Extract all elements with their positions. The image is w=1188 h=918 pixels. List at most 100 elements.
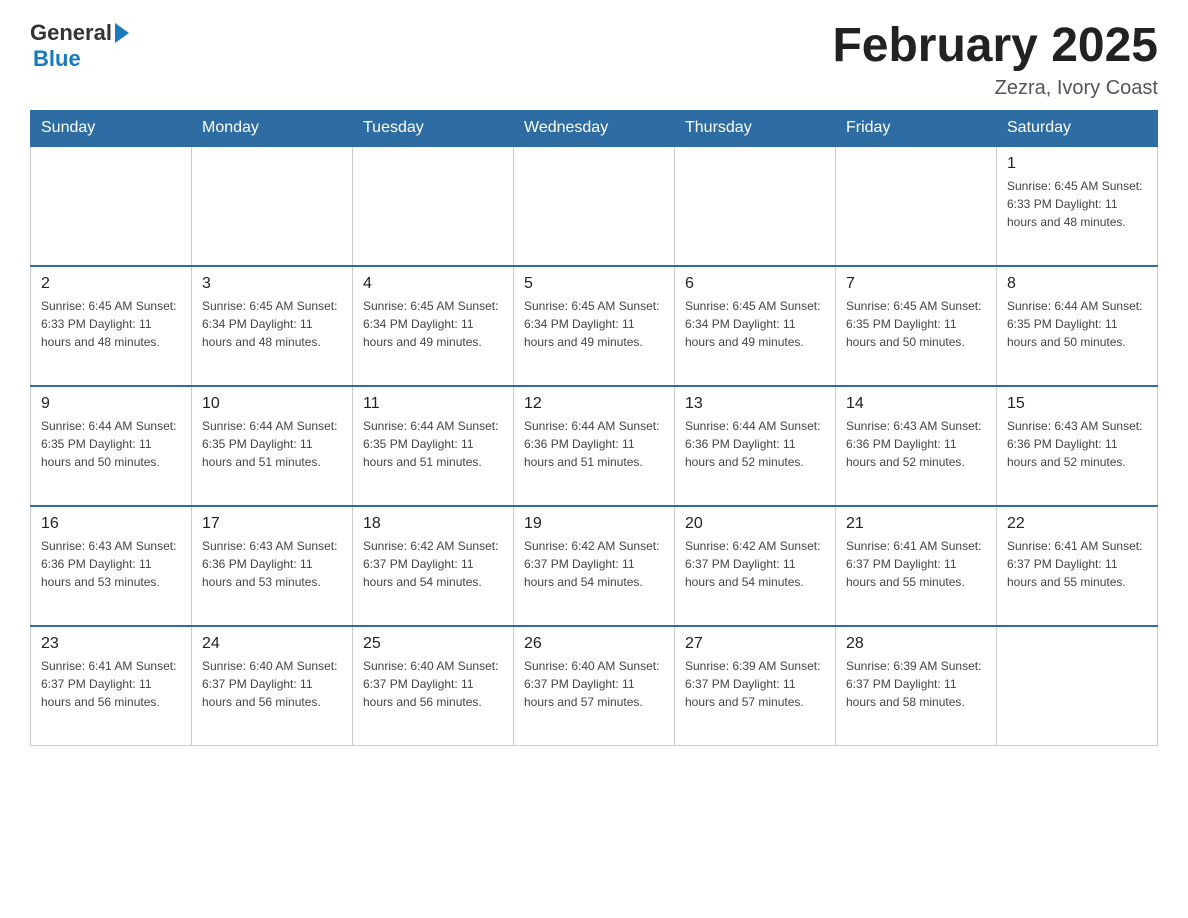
- calendar-title: February 2025: [832, 20, 1158, 73]
- calendar-cell: 19 Sunrise: 6:42 AM Sunset: 6:37 PM Dayli…: [514, 506, 675, 626]
- calendar-cell: 2Sunrise: 6:45 AM Sunset: 6:33 PM Daylig…: [31, 266, 192, 386]
- day-info: Sunrise: 6:43 AM Sunset: 6:36 PM Dayligh…: [1007, 417, 1147, 471]
- day-number: 8: [1007, 275, 1147, 293]
- calendar-cell: [675, 146, 836, 266]
- day-number: 26: [524, 635, 664, 653]
- day-info: Sunrise: 6:43 AM Sunset: 6:36 PM Dayligh…: [41, 537, 181, 591]
- day-number: 23: [41, 635, 181, 653]
- day-number: 15: [1007, 395, 1147, 413]
- day-number: 11: [363, 395, 503, 413]
- day-info: Sunrise: 6:43 AM Sunset: 6:36 PM Dayligh…: [846, 417, 986, 471]
- calendar-subtitle: Zezra, Ivory Coast: [832, 77, 1158, 100]
- calendar-cell: [836, 146, 997, 266]
- day-info: Sunrise: 6:44 AM Sunset: 6:35 PM Dayligh…: [41, 417, 181, 471]
- calendar-cell: 17Sunrise: 6:43 AM Sunset: 6:36 PM Dayli…: [192, 506, 353, 626]
- calendar-cell: 7Sunrise: 6:45 AM Sunset: 6:35 PM Daylig…: [836, 266, 997, 386]
- calendar-cell: 27 Sunrise: 6:39 AM Sunset: 6:37 PM Dayli…: [675, 626, 836, 746]
- calendar-cell: 23 Sunrise: 6:41 AM Sunset: 6:37 PM Dayli…: [31, 626, 192, 746]
- calendar-week-row: 23 Sunrise: 6:41 AM Sunset: 6:37 PM Dayli…: [31, 626, 1158, 746]
- calendar-cell: 26 Sunrise: 6:40 AM Sunset: 6:37 PM Dayli…: [514, 626, 675, 746]
- days-of-week-row: SundayMondayTuesdayWednesdayThursdayFrid…: [31, 110, 1158, 146]
- calendar-cell: [353, 146, 514, 266]
- day-number: 14: [846, 395, 986, 413]
- day-number: 24: [202, 635, 342, 653]
- day-number: 6: [685, 275, 825, 293]
- calendar-cell: 18Sunrise: 6:42 AM Sunset: 6:37 PM Dayli…: [353, 506, 514, 626]
- day-number: 10: [202, 395, 342, 413]
- calendar-cell: 8 Sunrise: 6:44 AM Sunset: 6:35 PM Daylig…: [997, 266, 1158, 386]
- calendar-cell: [192, 146, 353, 266]
- calendar-cell: 20Sunrise: 6:42 AM Sunset: 6:37 PM Dayli…: [675, 506, 836, 626]
- day-info: Sunrise: 6:40 AM Sunset: 6:37 PM Dayligh…: [202, 657, 342, 711]
- calendar-table: SundayMondayTuesdayWednesdayThursdayFrid…: [30, 110, 1158, 747]
- day-number: 28: [846, 635, 986, 653]
- calendar-cell: 12Sunrise: 6:44 AM Sunset: 6:36 PM Dayli…: [514, 386, 675, 506]
- day-number: 4: [363, 275, 503, 293]
- day-info: Sunrise: 6:45 AM Sunset: 6:34 PM Dayligh…: [685, 297, 825, 351]
- day-info: Sunrise: 6:40 AM Sunset: 6:37 PM Dayligh…: [524, 657, 664, 711]
- calendar-cell: 3Sunrise: 6:45 AM Sunset: 6:34 PM Daylig…: [192, 266, 353, 386]
- calendar-cell: 10 Sunrise: 6:44 AM Sunset: 6:35 PM Dayli…: [192, 386, 353, 506]
- calendar-cell: [514, 146, 675, 266]
- day-info: Sunrise: 6:44 AM Sunset: 6:36 PM Dayligh…: [524, 417, 664, 471]
- calendar-week-row: 1 Sunrise: 6:45 AM Sunset: 6:33 PM Daylig…: [31, 146, 1158, 266]
- day-info: Sunrise: 6:42 AM Sunset: 6:37 PM Dayligh…: [685, 537, 825, 591]
- day-number: 1: [1007, 155, 1147, 173]
- day-info: Sunrise: 6:45 AM Sunset: 6:35 PM Dayligh…: [846, 297, 986, 351]
- day-number: 19: [524, 515, 664, 533]
- calendar-cell: 6 Sunrise: 6:45 AM Sunset: 6:34 PM Daylig…: [675, 266, 836, 386]
- day-number: 22: [1007, 515, 1147, 533]
- day-info: Sunrise: 6:41 AM Sunset: 6:37 PM Dayligh…: [41, 657, 181, 711]
- day-of-week-header: Sunday: [31, 110, 192, 146]
- day-number: 27: [685, 635, 825, 653]
- calendar-cell: 15 Sunrise: 6:43 AM Sunset: 6:36 PM Dayli…: [997, 386, 1158, 506]
- calendar-cell: 14 Sunrise: 6:43 AM Sunset: 6:36 PM Dayli…: [836, 386, 997, 506]
- day-of-week-header: Tuesday: [353, 110, 514, 146]
- day-info: Sunrise: 6:45 AM Sunset: 6:34 PM Dayligh…: [202, 297, 342, 351]
- day-of-week-header: Thursday: [675, 110, 836, 146]
- day-info: Sunrise: 6:39 AM Sunset: 6:37 PM Dayligh…: [685, 657, 825, 711]
- calendar-cell: 5 Sunrise: 6:45 AM Sunset: 6:34 PM Daylig…: [514, 266, 675, 386]
- logo-arrow-icon: [115, 23, 129, 43]
- logo: General Blue: [30, 20, 129, 72]
- logo-general-text: General: [30, 20, 112, 46]
- calendar-cell: [31, 146, 192, 266]
- day-info: Sunrise: 6:39 AM Sunset: 6:37 PM Dayligh…: [846, 657, 986, 711]
- day-of-week-header: Monday: [192, 110, 353, 146]
- day-info: Sunrise: 6:45 AM Sunset: 6:34 PM Dayligh…: [363, 297, 503, 351]
- day-info: Sunrise: 6:42 AM Sunset: 6:37 PM Dayligh…: [524, 537, 664, 591]
- day-number: 16: [41, 515, 181, 533]
- calendar-cell: [997, 626, 1158, 746]
- logo-blue-text: Blue: [33, 46, 81, 72]
- calendar-header: SundayMondayTuesdayWednesdayThursdayFrid…: [31, 110, 1158, 146]
- calendar-cell: 28 Sunrise: 6:39 AM Sunset: 6:37 PM Dayli…: [836, 626, 997, 746]
- day-number: 5: [524, 275, 664, 293]
- day-info: Sunrise: 6:45 AM Sunset: 6:34 PM Dayligh…: [524, 297, 664, 351]
- calendar-week-row: 9 Sunrise: 6:44 AM Sunset: 6:35 PM Daylig…: [31, 386, 1158, 506]
- day-info: Sunrise: 6:40 AM Sunset: 6:37 PM Dayligh…: [363, 657, 503, 711]
- calendar-cell: 9 Sunrise: 6:44 AM Sunset: 6:35 PM Daylig…: [31, 386, 192, 506]
- calendar-cell: 1 Sunrise: 6:45 AM Sunset: 6:33 PM Daylig…: [997, 146, 1158, 266]
- day-info: Sunrise: 6:42 AM Sunset: 6:37 PM Dayligh…: [363, 537, 503, 591]
- day-info: Sunrise: 6:44 AM Sunset: 6:35 PM Dayligh…: [1007, 297, 1147, 351]
- page-header: General Blue February 2025 Zezra, Ivory …: [30, 20, 1158, 100]
- day-number: 9: [41, 395, 181, 413]
- day-info: Sunrise: 6:45 AM Sunset: 6:33 PM Dayligh…: [41, 297, 181, 351]
- calendar-cell: 22 Sunrise: 6:41 AM Sunset: 6:37 PM Dayli…: [997, 506, 1158, 626]
- calendar-cell: 24 Sunrise: 6:40 AM Sunset: 6:37 PM Dayli…: [192, 626, 353, 746]
- day-info: Sunrise: 6:45 AM Sunset: 6:33 PM Dayligh…: [1007, 177, 1147, 231]
- calendar-cell: 4 Sunrise: 6:45 AM Sunset: 6:34 PM Daylig…: [353, 266, 514, 386]
- calendar-week-row: 16 Sunrise: 6:43 AM Sunset: 6:36 PM Dayli…: [31, 506, 1158, 626]
- day-info: Sunrise: 6:44 AM Sunset: 6:35 PM Dayligh…: [202, 417, 342, 471]
- day-number: 25: [363, 635, 503, 653]
- calendar-cell: 21Sunrise: 6:41 AM Sunset: 6:37 PM Dayli…: [836, 506, 997, 626]
- day-number: 13: [685, 395, 825, 413]
- calendar-week-row: 2Sunrise: 6:45 AM Sunset: 6:33 PM Daylig…: [31, 266, 1158, 386]
- day-info: Sunrise: 6:41 AM Sunset: 6:37 PM Dayligh…: [846, 537, 986, 591]
- day-of-week-header: Friday: [836, 110, 997, 146]
- day-info: Sunrise: 6:41 AM Sunset: 6:37 PM Dayligh…: [1007, 537, 1147, 591]
- day-info: Sunrise: 6:44 AM Sunset: 6:36 PM Dayligh…: [685, 417, 825, 471]
- day-of-week-header: Saturday: [997, 110, 1158, 146]
- calendar-body: 1 Sunrise: 6:45 AM Sunset: 6:33 PM Daylig…: [31, 146, 1158, 746]
- day-info: Sunrise: 6:43 AM Sunset: 6:36 PM Dayligh…: [202, 537, 342, 591]
